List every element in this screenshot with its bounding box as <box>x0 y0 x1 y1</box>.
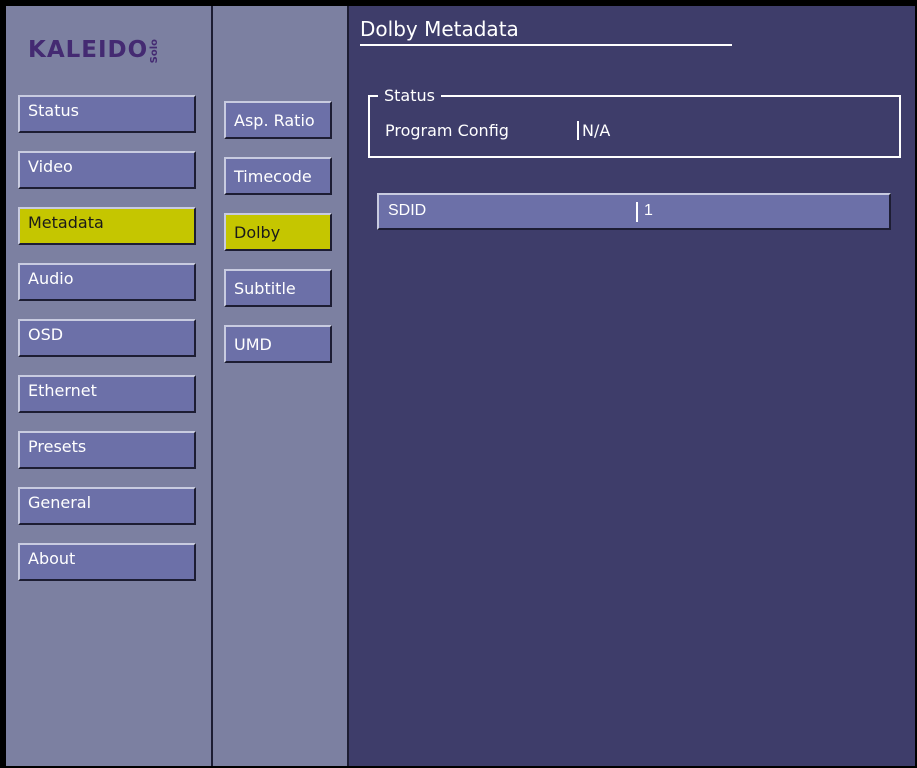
nav-video-button[interactable]: Video <box>18 151 196 189</box>
subnav-dolby-button[interactable]: Dolby <box>224 213 332 251</box>
sdid-row[interactable]: SDID 1 <box>377 193 891 230</box>
nav-general-button[interactable]: General <box>18 487 196 525</box>
sdid-value[interactable]: 1 <box>636 202 653 222</box>
subnav-subtitle-button[interactable]: Subtitle <box>224 269 332 307</box>
nav-metadata-button[interactable]: Metadata <box>18 207 196 245</box>
logo-edition: Solo <box>149 38 161 63</box>
nav-audio-button[interactable]: Audio <box>18 263 196 301</box>
subnav-timecode-button[interactable]: Timecode <box>224 157 332 195</box>
nav-status-button[interactable]: Status <box>18 95 196 133</box>
program-config-label: Program Config <box>385 121 509 140</box>
page-title: Dolby Metadata <box>360 17 732 46</box>
nav-osd-button[interactable]: OSD <box>18 319 196 357</box>
sdid-label: SDID <box>388 202 427 219</box>
nav-ethernet-button[interactable]: Ethernet <box>18 375 196 413</box>
program-config-value: N/A <box>577 121 610 140</box>
status-legend: Status <box>378 86 441 105</box>
nav-about-button[interactable]: About <box>18 543 196 581</box>
subnav-umd-button[interactable]: UMD <box>224 325 332 363</box>
program-config-row: Program Config N/A <box>385 121 610 140</box>
nav-presets-button[interactable]: Presets <box>18 431 196 469</box>
logo-brand: KALEIDO <box>28 37 149 63</box>
kaleido-logo: KALEIDO Solo <box>28 33 160 63</box>
subnav-asp-ratio-button[interactable]: Asp. Ratio <box>224 101 332 139</box>
